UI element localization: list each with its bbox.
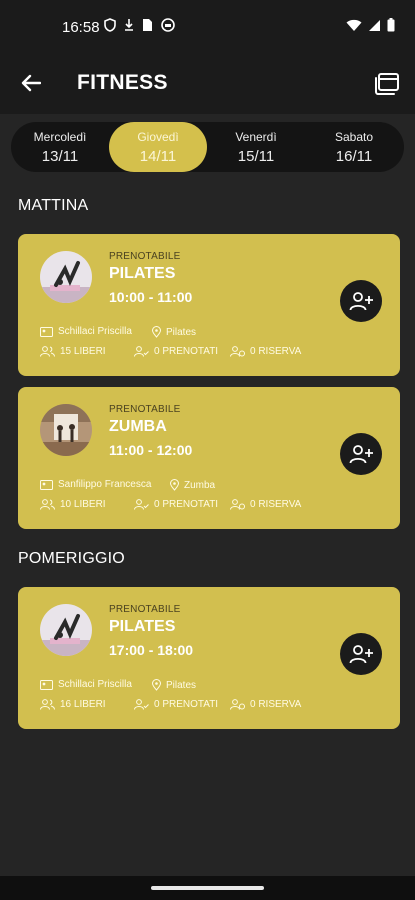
class-card[interactable]: PRENOTABILE PILATES 10:00 - 11:00 Schill…	[18, 234, 400, 376]
id-card-icon	[40, 679, 53, 690]
wifi-icon	[346, 19, 362, 31]
section-title-afternoon: POMERIGGIO	[18, 550, 125, 567]
navigation-bar	[0, 876, 415, 900]
user-check-icon	[134, 499, 149, 510]
class-time: 17:00 - 18:00	[109, 642, 194, 658]
class-card[interactable]: PRENOTABILE PILATES 17:00 - 18:00 Schill…	[18, 587, 400, 729]
day-date: 16/11	[335, 148, 373, 165]
day-tab-wednesday[interactable]: Mercoledì 13/11	[11, 122, 109, 172]
location-pin-icon	[152, 326, 161, 338]
class-name: PILATES	[109, 618, 176, 635]
home-gesture-handle[interactable]	[151, 886, 264, 890]
day-selector: Mercoledì 13/11 Giovedì 14/11 Venerdì 15…	[11, 122, 404, 172]
day-tab-thursday[interactable]: Giovedì 14/11	[109, 122, 207, 172]
day-name: Venerdì	[235, 130, 277, 144]
booked-count: 0 PRENOTATI	[154, 346, 219, 357]
day-name: Sabato	[334, 130, 374, 144]
users-icon	[40, 699, 55, 710]
shield-icon	[104, 18, 116, 32]
class-card[interactable]: PRENOTABILE ZUMBA 11:00 - 12:00 Sanfilip…	[18, 387, 400, 529]
day-date: 13/11	[41, 148, 79, 165]
room-name: Pilates	[166, 326, 197, 338]
location-pin-icon	[170, 479, 179, 491]
class-status: PRENOTABILE	[109, 604, 181, 615]
reserve-count: 0 RISERVA	[250, 346, 302, 357]
id-card-icon	[40, 326, 53, 337]
free-spots: 16 LIBERI	[60, 699, 106, 710]
download-icon	[125, 19, 133, 31]
class-status: PRENOTABILE	[109, 404, 181, 415]
free-spots: 10 LIBERI	[60, 499, 106, 510]
class-name: ZUMBA	[109, 418, 167, 435]
day-name: Giovedì	[137, 130, 179, 144]
app-header: FITNESS	[0, 52, 415, 114]
page-title: FITNESS	[77, 71, 168, 94]
status-bar: 16:58	[0, 0, 415, 52]
reserve-count: 0 RISERVA	[250, 499, 302, 510]
user-check-icon	[134, 699, 149, 710]
status-time: 16:58	[62, 19, 100, 36]
class-name: PILATES	[109, 265, 176, 282]
add-user-icon	[349, 645, 373, 664]
calendar-button[interactable]	[371, 67, 403, 99]
user-clock-icon	[230, 499, 245, 510]
users-icon	[40, 346, 55, 357]
user-check-icon	[134, 346, 149, 357]
day-name: Mercoledì	[33, 130, 87, 144]
day-date: 15/11	[237, 148, 275, 165]
day-tab-saturday[interactable]: Sabato 16/11	[305, 122, 403, 172]
reserve-count: 0 RISERVA	[250, 699, 302, 710]
class-time: 11:00 - 12:00	[109, 442, 193, 458]
user-clock-icon	[230, 346, 245, 357]
add-user-icon	[349, 445, 373, 464]
class-avatar	[40, 404, 92, 456]
section-title-morning: MATTINA	[18, 197, 89, 214]
day-tab-friday[interactable]: Venerdì 15/11	[207, 122, 305, 172]
class-avatar	[40, 604, 92, 656]
location-pin-icon	[152, 679, 161, 691]
id-card-icon	[40, 479, 53, 490]
sim-card-icon	[143, 19, 152, 31]
booked-count: 0 PRENOTATI	[154, 699, 219, 710]
arrow-left-icon	[21, 74, 41, 92]
class-avatar	[40, 251, 92, 303]
battery-icon	[387, 18, 395, 32]
free-spots: 15 LIBERI	[60, 346, 106, 357]
users-icon	[40, 499, 55, 510]
user-clock-icon	[230, 699, 245, 710]
room-name: Pilates	[166, 679, 197, 691]
book-button[interactable]	[340, 280, 382, 322]
add-user-icon	[349, 292, 373, 311]
day-date: 14/11	[139, 148, 177, 165]
instructor-name: Schillaci Priscilla	[58, 326, 132, 337]
signal-icon	[369, 19, 380, 31]
instructor-name: Schillaci Priscilla	[58, 679, 132, 690]
book-button[interactable]	[340, 633, 382, 675]
class-status: PRENOTABILE	[109, 251, 181, 262]
class-time: 10:00 - 11:00	[109, 289, 193, 305]
back-button[interactable]	[16, 68, 46, 98]
calendar-icon	[375, 73, 399, 95]
app-notification-icon	[161, 18, 175, 32]
instructor-name: Sanfilippo Francesca	[58, 479, 152, 490]
room-name: Zumba	[184, 479, 216, 491]
book-button[interactable]	[340, 433, 382, 475]
booked-count: 0 PRENOTATI	[154, 499, 219, 510]
